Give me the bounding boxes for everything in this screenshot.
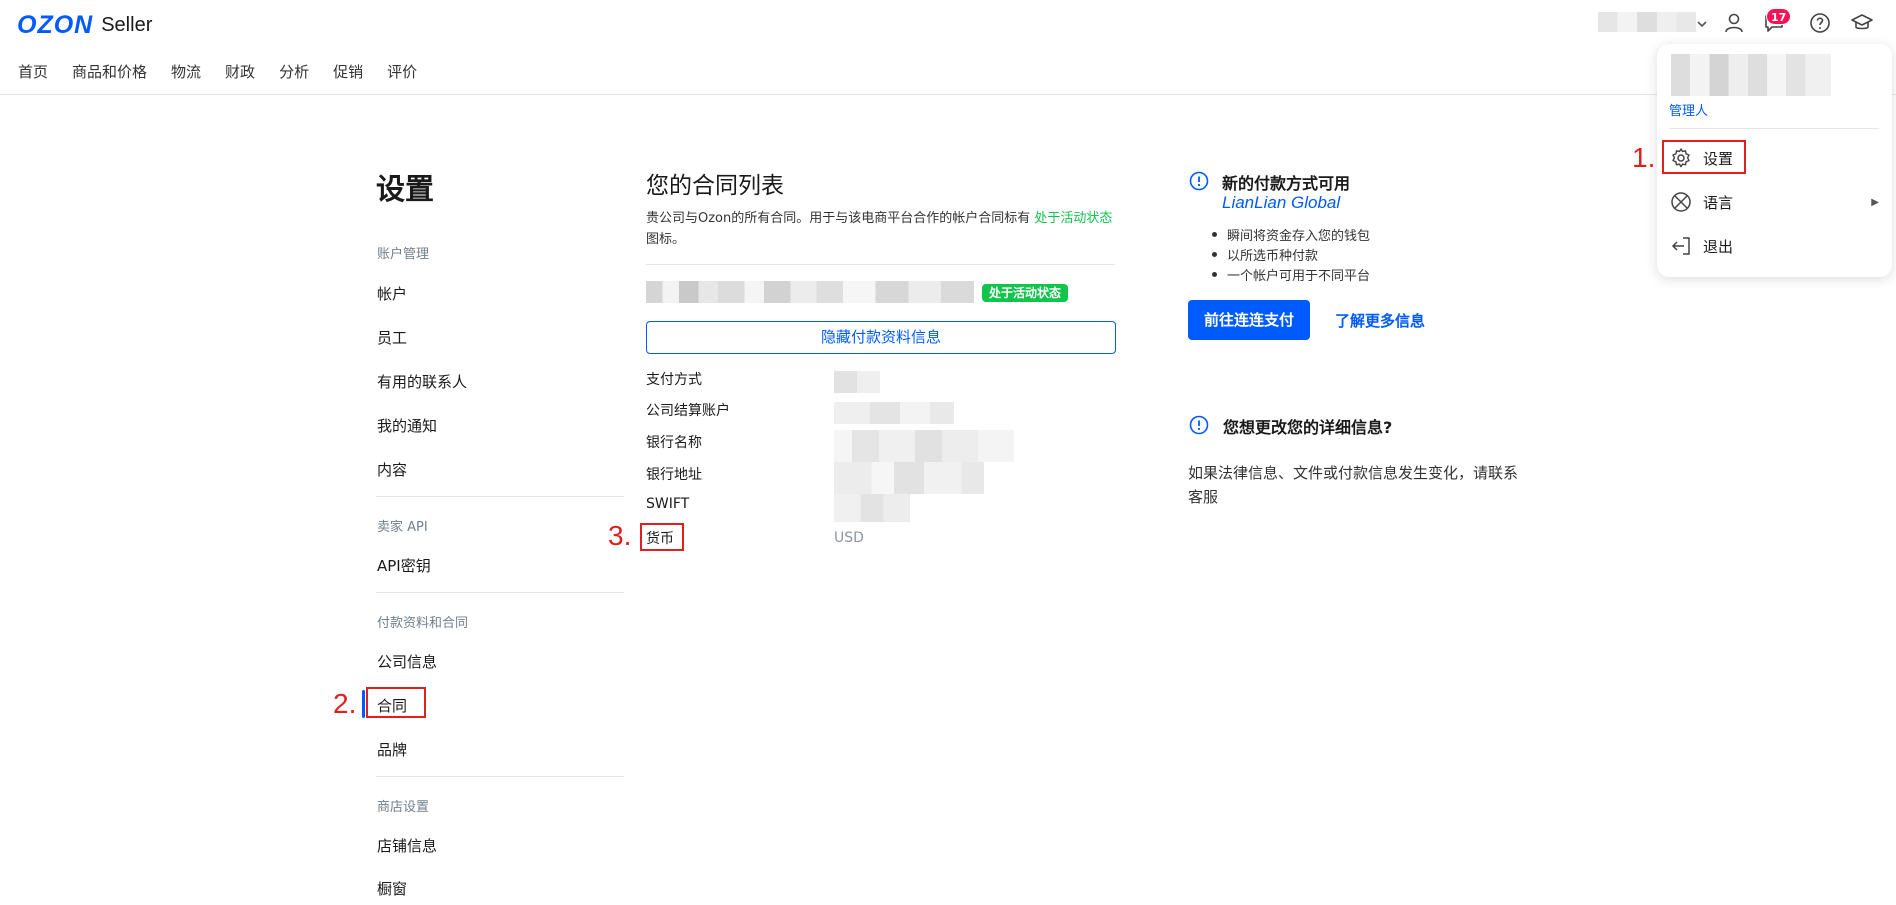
company-selector-blurred[interactable]	[1598, 12, 1696, 32]
nav-reviews[interactable]: 评价	[387, 61, 417, 82]
menu-item-language-label: 语言	[1703, 193, 1734, 212]
field-label-settlement-account: 公司结算账户	[646, 403, 730, 419]
learn-more-link[interactable]: 了解更多信息	[1335, 310, 1425, 331]
payment-promo-title: 新的付款方式可用	[1222, 174, 1351, 193]
top-navigation: 首页 商品和价格 物流 财政 分析 促销 评价	[18, 61, 441, 82]
menu-item-language[interactable]: 语言 ▶	[1669, 188, 1879, 216]
field-label-payment-method: 支付方式	[646, 372, 702, 388]
field-value-blurred	[834, 462, 984, 494]
change-info-title: 您想更改您的详细信息?	[1223, 418, 1393, 437]
field-value-blurred	[834, 430, 1014, 462]
section-heading-payment: 付款资料和合同	[377, 616, 469, 631]
go-to-lianlian-button[interactable]: 前往连连支付	[1188, 300, 1310, 340]
annotation-box-currency	[640, 523, 684, 551]
dropdown-divider	[1669, 128, 1879, 129]
chevron-right-icon: ▶	[1871, 196, 1879, 208]
field-value-blurred	[834, 494, 910, 522]
account-role[interactable]: 管理人	[1669, 100, 1708, 119]
settings-item-notifications[interactable]: 我的通知	[377, 415, 437, 436]
settings-item-contacts[interactable]: 有用的联系人	[377, 371, 467, 392]
logo-ozon-text: OZON	[17, 10, 94, 39]
contracts-description: 贵公司与Ozon的所有合同。用于与该电商平台合作的帐户合同标有 处于活动状态 图…	[646, 208, 1116, 250]
user-icon[interactable]	[1722, 11, 1746, 35]
contracts-description-suffix: 图标。	[646, 232, 686, 247]
settings-item-company-info[interactable]: 公司信息	[377, 651, 437, 672]
annotation-number-2: 2.	[333, 688, 357, 719]
notification-badge: 17	[1766, 8, 1792, 25]
settings-item-employees[interactable]: 员工	[377, 327, 407, 348]
logo-seller-text: Seller	[101, 13, 153, 36]
settings-item-showcase[interactable]: 橱窗	[377, 878, 407, 899]
contracts-divider	[646, 264, 1115, 265]
field-value-currency: USD	[834, 530, 864, 546]
contracts-description-text: 贵公司与Ozon的所有合同。用于与该电商平台合作的帐户合同标有	[646, 211, 1031, 226]
field-label-bank-address: 银行地址	[646, 467, 702, 483]
settings-item-account[interactable]: 帐户	[377, 283, 407, 304]
annotation-box-settings	[1662, 140, 1746, 174]
menu-item-logout-label: 退出	[1703, 237, 1734, 256]
section-heading-api: 卖家 API	[377, 520, 428, 535]
section-divider	[376, 776, 624, 777]
settings-item-content[interactable]: 内容	[377, 459, 407, 480]
contracts-description-highlight: 处于活动状态	[1034, 211, 1113, 226]
nav-finance[interactable]: 财政	[225, 61, 255, 82]
field-value-blurred	[834, 402, 954, 424]
graduation-cap-icon[interactable]	[1850, 11, 1874, 35]
section-heading-account: 账户管理	[377, 247, 430, 262]
payment-promo-benefits: 瞬间将资金存入您的钱包 以所选币种付款 一个帐户可用于不同平台	[1212, 224, 1370, 284]
payment-provider-name: LianLian Global	[1222, 193, 1341, 212]
chevron-down-icon[interactable]	[1690, 12, 1714, 36]
change-info-description: 如果法律信息、文件或付款信息发生变化，请联系客服	[1188, 464, 1519, 506]
section-divider	[376, 592, 624, 593]
active-status-badge: 处于活动状态	[982, 284, 1069, 302]
benefit-item: 以所选币种付款	[1212, 244, 1370, 264]
field-label-swift: SWIFT	[646, 496, 690, 512]
nav-logistics[interactable]: 物流	[171, 61, 201, 82]
annotation-number-3: 3.	[608, 520, 632, 551]
section-heading-store: 商店设置	[377, 800, 430, 815]
active-item-indicator	[362, 690, 365, 718]
settings-item-api-keys[interactable]: API密钥	[377, 555, 431, 576]
header-divider	[0, 94, 1896, 95]
annotation-box-contracts	[366, 687, 426, 718]
info-icon	[1189, 415, 1209, 435]
contract-number-blurred	[646, 281, 974, 303]
benefit-item: 一个帐户可用于不同平台	[1212, 264, 1370, 284]
annotation-number-1: 1.	[1632, 142, 1656, 173]
settings-title: 设置	[376, 172, 435, 206]
globe-icon	[1669, 190, 1693, 214]
nav-analytics[interactable]: 分析	[279, 61, 309, 82]
info-icon	[1189, 171, 1209, 191]
nav-promotions[interactable]: 促销	[333, 61, 363, 82]
help-icon[interactable]	[1808, 11, 1832, 35]
account-name-blurred	[1671, 54, 1831, 96]
contracts-title: 您的合同列表	[646, 173, 784, 199]
ozon-seller-logo[interactable]: OZON Seller	[17, 10, 153, 39]
field-value-blurred	[834, 371, 880, 393]
nav-home[interactable]: 首页	[18, 61, 48, 82]
menu-item-logout[interactable]: 退出	[1669, 232, 1879, 260]
settings-item-brands[interactable]: 品牌	[377, 739, 407, 760]
logout-icon	[1669, 234, 1693, 258]
settings-item-store-info[interactable]: 店铺信息	[377, 835, 437, 856]
section-divider	[376, 496, 624, 497]
hide-payment-info-button[interactable]: 隐藏付款资料信息	[646, 321, 1116, 354]
field-label-bank-name: 银行名称	[646, 435, 702, 451]
benefit-item: 瞬间将资金存入您的钱包	[1212, 224, 1370, 244]
nav-products-prices[interactable]: 商品和价格	[72, 61, 147, 82]
